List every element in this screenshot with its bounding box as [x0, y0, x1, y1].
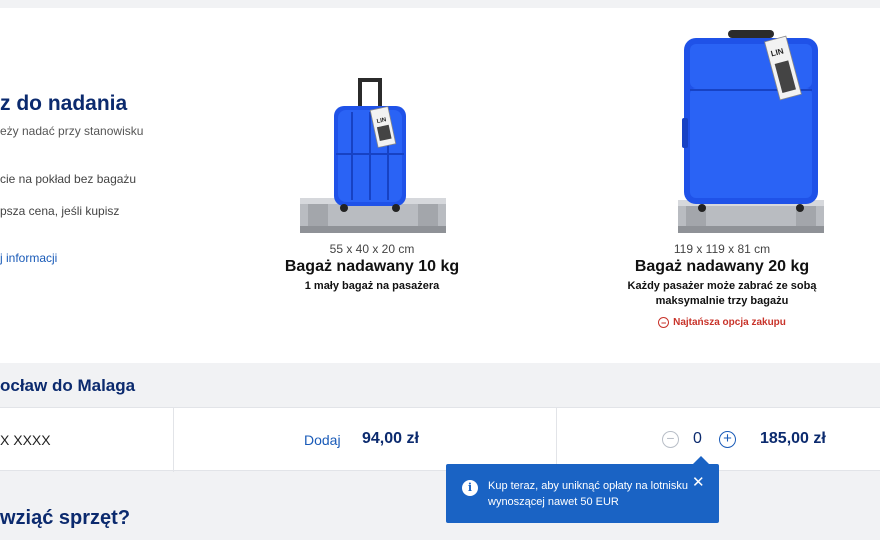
- info-icon: i: [462, 480, 478, 496]
- more-info-link[interactable]: j informacji: [0, 251, 57, 265]
- route-title: ocław do Malaga: [0, 376, 136, 395]
- cheapest-option-badge: − Najtańsza opcja zakupu: [572, 317, 872, 328]
- column-divider: [173, 408, 174, 472]
- minus-circle-icon: −: [658, 317, 670, 328]
- bag-dimensions: 119 x 119 x 81 cm: [673, 242, 771, 256]
- quantity-value: 0: [693, 430, 702, 447]
- section-title: z do nadania: [0, 92, 128, 115]
- benefit-text-2: psza cena, jeśli kupisz: [0, 204, 120, 218]
- info-tooltip: i Kup teraz, aby uniknąć opłaty na lotni…: [446, 456, 719, 523]
- passenger-row: X XXXX Dodaj 94,00 zł − 0 + 185,00 zł: [0, 407, 880, 472]
- cheapest-option-label: Najtańsza opcja zakupu: [673, 317, 786, 328]
- bag-dimensions: 55 x 40 x 20 cm: [329, 242, 415, 256]
- equipment-section-title: wziąć sprzęt?: [0, 507, 131, 529]
- bag-option-20kg[interactable]: 119 x 119 x 81 cm Bagaż nadawany 20 kg K…: [572, 242, 872, 328]
- bag-option-10kg[interactable]: 55 x 40 x 20 cm Bagaż nadawany 10 kg 1 m…: [252, 242, 492, 294]
- benefit-text-1: cie na pokład bez bagażu: [0, 172, 137, 186]
- suitcase-10kg-image: LIN: [300, 78, 446, 233]
- add-10kg-button[interactable]: Dodaj: [304, 432, 341, 448]
- top-divider: [0, 0, 880, 8]
- section-subtitle: eży nadać przy stanowisku: [0, 124, 144, 138]
- suitcase-20kg-image: LIN: [678, 30, 824, 233]
- tooltip-text: Kup teraz, aby uniknąć opłaty na lotnisk…: [488, 480, 688, 508]
- passenger-name: X XXXX: [0, 432, 51, 448]
- price-20kg: 185,00 zł: [760, 430, 826, 447]
- price-10kg: 94,00 zł: [362, 430, 419, 447]
- increment-button[interactable]: +: [719, 431, 736, 448]
- bag-description: 1 mały bagaż na pasażera: [304, 280, 440, 292]
- decrement-button[interactable]: −: [662, 431, 679, 448]
- column-divider: [556, 408, 557, 472]
- bag-name: Bagaż nadawany 10 kg: [284, 258, 460, 275]
- bag-description: Każdy pasażer może zabrać ze sobą maksym…: [627, 280, 817, 307]
- suitcase-small: LIN: [334, 78, 406, 212]
- bag-name: Bagaż nadawany 20 kg: [634, 258, 810, 275]
- suitcase-large: LIN: [682, 30, 818, 212]
- close-icon[interactable]: ✕: [692, 473, 705, 491]
